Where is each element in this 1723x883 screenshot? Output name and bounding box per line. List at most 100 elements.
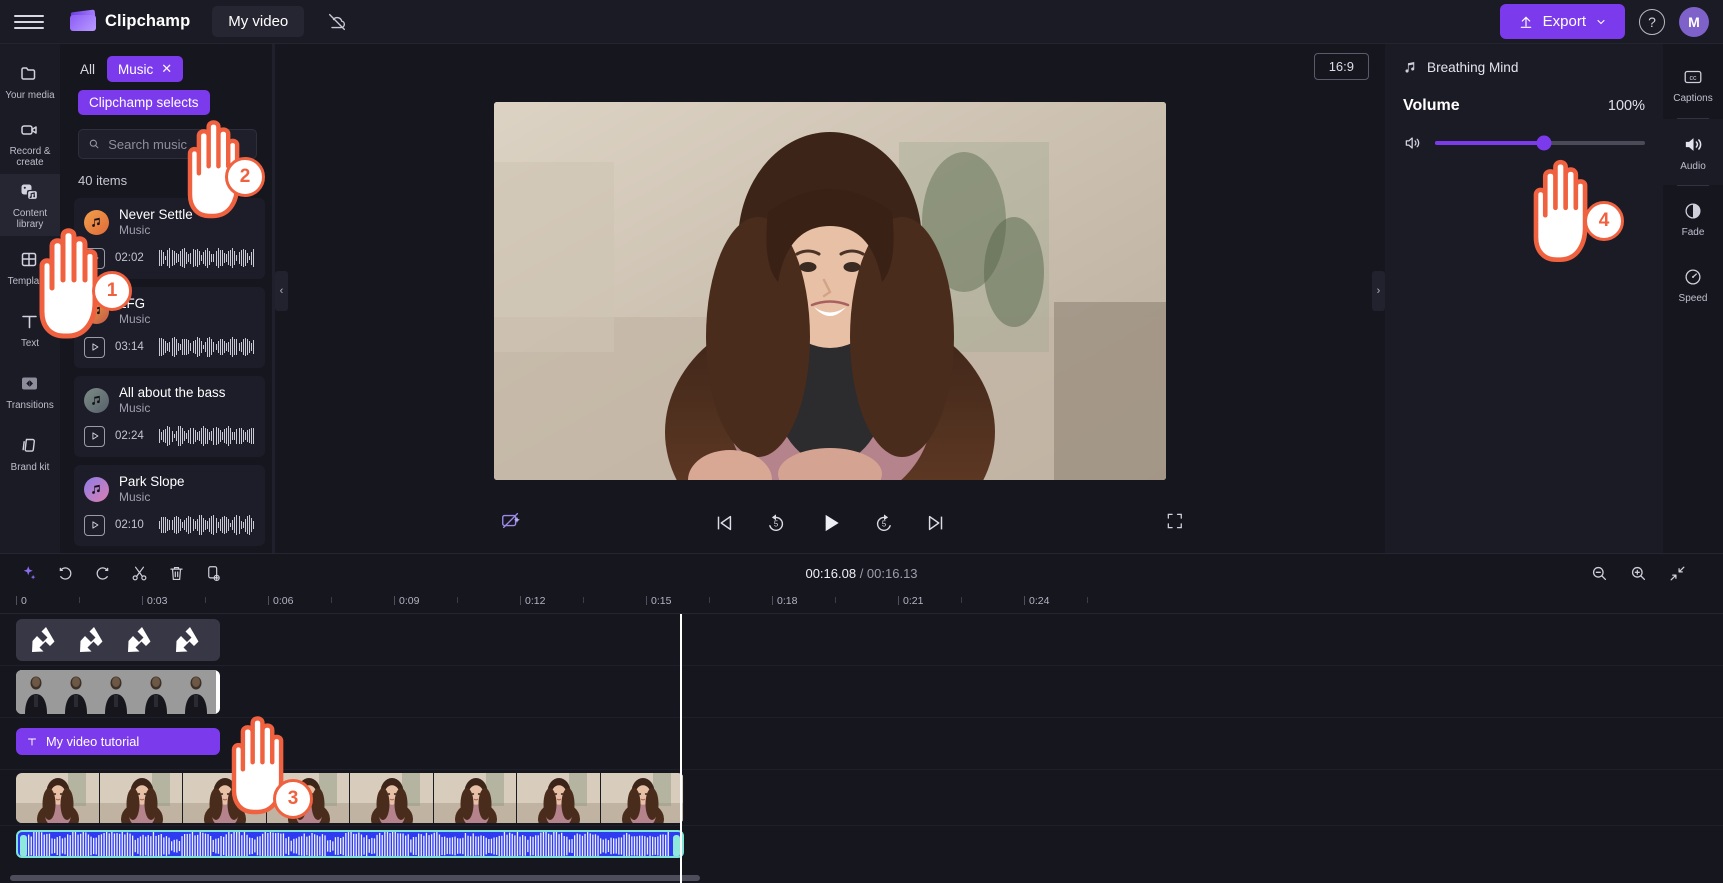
music-track-item[interactable]: All about the bassMusic02:24 (74, 376, 265, 457)
filter-chip-row: All Music ✕ (60, 44, 275, 82)
undo-icon[interactable] (56, 564, 75, 583)
play-icon[interactable] (817, 510, 843, 536)
redo-icon[interactable] (93, 564, 112, 583)
timeline-toolbar: 00:16.08 / 00:16.13 (0, 554, 1723, 592)
folder-icon (18, 62, 42, 86)
content-library-panel: All Music ✕ Clipchamp selects 40 items N… (60, 44, 275, 553)
tab-captions[interactable]: cc Captions (1663, 52, 1723, 118)
aspect-ratio-row: 16:9 (275, 44, 1385, 88)
clipchamp-logo-icon (70, 11, 96, 33)
music-track-item[interactable]: Never SettleMusic02:02 (74, 198, 265, 279)
sidebar-item-record-create[interactable]: Record & create (0, 112, 60, 174)
sidebar-item-text[interactable]: Text (0, 298, 60, 360)
auto-compose-icon[interactable] (20, 564, 38, 582)
auto-compose-icon[interactable] (500, 510, 522, 537)
play-icon[interactable] (84, 337, 105, 358)
play-icon[interactable] (84, 248, 105, 269)
transport-controls: 5 5 (713, 510, 947, 536)
timeline-ruler[interactable]: 00:030:060:090:120:150:180:210:24 (0, 592, 1723, 614)
aspect-ratio-button[interactable]: 16:9 (1314, 53, 1369, 80)
music-track-name: Never Settle (119, 207, 193, 222)
fullscreen-icon[interactable] (1165, 511, 1185, 536)
close-icon[interactable]: ✕ (161, 61, 172, 77)
ruler-tick (772, 596, 773, 605)
waveform-preview (159, 247, 255, 269)
play-icon[interactable] (84, 426, 105, 447)
ruler-tick (268, 596, 269, 605)
filter-chip-all[interactable]: All (78, 58, 97, 81)
timeline-time-display: 00:16.08 / 00:16.13 (805, 566, 917, 581)
ruler-label: 0:12 (525, 595, 545, 607)
filter-chip-music[interactable]: Music ✕ (107, 56, 183, 82)
export-button[interactable]: Export (1500, 4, 1625, 39)
preview-area: 16:9 ‹ (275, 44, 1385, 553)
closed-captions-icon: cc (1682, 66, 1704, 88)
video-preview[interactable] (494, 102, 1166, 480)
audio-waveform-clip[interactable] (16, 830, 684, 858)
tab-audio[interactable]: Audio (1663, 119, 1723, 185)
horizontal-scrollbar[interactable] (10, 875, 700, 881)
music-track-list[interactable]: Never SettleMusic02:02LFGMusic03:14All a… (60, 198, 275, 553)
volume-slider-row[interactable] (1403, 133, 1645, 153)
music-track-item[interactable]: Park SlopeMusic02:10 (74, 465, 265, 546)
hamburger-icon[interactable] (14, 7, 44, 37)
help-circle-icon[interactable]: ? (1639, 9, 1665, 35)
split-icon[interactable] (130, 564, 149, 583)
duplicate-icon[interactable] (204, 564, 223, 583)
sidebar-item-transitions[interactable]: Transitions (0, 360, 60, 422)
ruler-tick-minor (457, 597, 458, 603)
video-clip[interactable] (16, 773, 684, 823)
top-bar: Clipchamp My video Export ? M (0, 0, 1723, 44)
cloud-off-icon[interactable] (322, 7, 352, 37)
volume-slider-knob[interactable] (1537, 136, 1552, 151)
tab-fade[interactable]: Fade (1663, 186, 1723, 252)
zoom-out-icon[interactable] (1590, 564, 1609, 583)
fit-to-timeline-icon[interactable] (1668, 564, 1687, 583)
sidebar-item-brand-kit[interactable]: Brand kit (0, 422, 60, 484)
arrow-graphic-clip[interactable] (16, 619, 220, 661)
ruler-label: 0:24 (1029, 595, 1049, 607)
ruler-tick (394, 596, 395, 605)
search-box[interactable] (78, 129, 257, 159)
zoom-in-icon[interactable] (1629, 564, 1648, 583)
volume-row: Volume 100% (1403, 97, 1645, 115)
content-library-icon (18, 180, 42, 204)
skip-to-end-icon[interactable] (925, 512, 947, 534)
tab-speed[interactable]: Speed (1663, 252, 1723, 318)
delete-icon[interactable] (167, 564, 186, 583)
music-track-duration: 02:02 (115, 252, 149, 264)
speaker-icon (1403, 133, 1423, 153)
clipchamp-selects-chip[interactable]: Clipchamp selects (78, 90, 210, 115)
play-icon[interactable] (84, 515, 105, 536)
speed-icon (1682, 266, 1704, 288)
ruler-tick-minor (79, 597, 80, 603)
sidebar-item-your-media[interactable]: Your media (0, 50, 60, 112)
search-input[interactable] (108, 137, 247, 152)
collapse-right-panel-button[interactable]: › (1372, 271, 1385, 311)
sidebar-item-templates[interactable]: Templates (0, 236, 60, 298)
collapse-left-panel-button[interactable]: ‹ (275, 271, 288, 311)
video-frame (494, 102, 1166, 480)
text-clip[interactable]: My video tutorial (16, 728, 220, 755)
thumbnail (136, 670, 176, 714)
text-clip-label: My video tutorial (46, 734, 139, 749)
back-5s-icon[interactable]: 5 (765, 512, 787, 534)
sidebar-label: Content library (13, 208, 47, 230)
sidebar-item-content-library[interactable]: Content library (0, 174, 60, 236)
track-row (0, 666, 1723, 718)
album-art (84, 210, 109, 235)
volume-label: Volume (1403, 97, 1460, 115)
image-strip-clip[interactable] (16, 670, 220, 714)
timeline: 00:16.08 / 00:16.13 00:030:060:090:120:1… (0, 553, 1723, 883)
sidebar-label: Record & create (10, 146, 51, 168)
skip-to-start-icon[interactable] (713, 512, 735, 534)
avatar[interactable]: M (1679, 7, 1709, 37)
project-name-button[interactable]: My video (212, 6, 304, 37)
ruler-label: 0:21 (903, 595, 923, 607)
ruler-tick-minor (1087, 597, 1088, 603)
playhead[interactable] (680, 614, 682, 883)
forward-5s-icon[interactable]: 5 (873, 512, 895, 534)
volume-slider-track[interactable] (1435, 141, 1645, 145)
ruler-tick (898, 596, 899, 605)
audio-waveform (18, 832, 684, 858)
